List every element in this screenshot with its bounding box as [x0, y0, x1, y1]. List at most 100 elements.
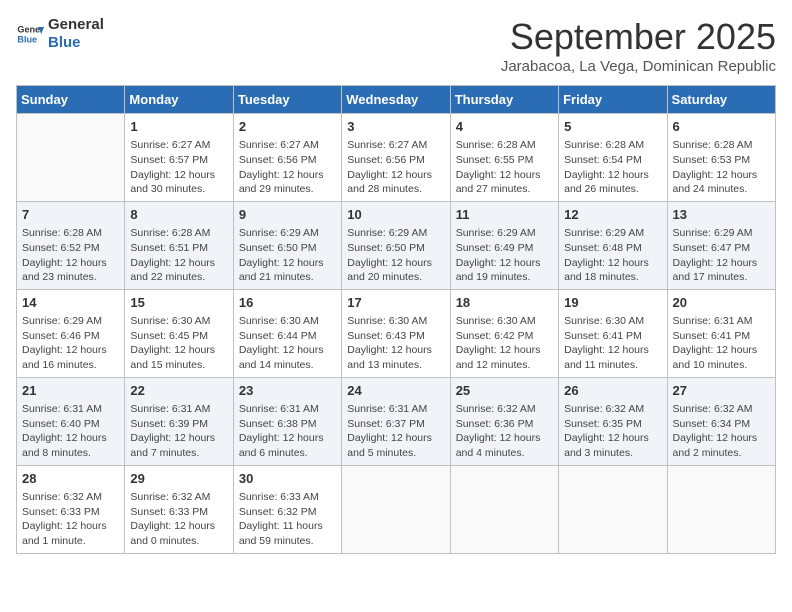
calendar-cell: 29 Sunrise: 6:32 AM Sunset: 6:33 PM Dayli…: [125, 465, 233, 553]
day-header-wednesday: Wednesday: [342, 86, 450, 114]
day-header-thursday: Thursday: [450, 86, 558, 114]
day-number: 4: [456, 118, 553, 136]
day-header-monday: Monday: [125, 86, 233, 114]
day-number: 1: [130, 118, 227, 136]
calendar-cell: 19 Sunrise: 6:30 AM Sunset: 6:41 PM Dayli…: [559, 289, 667, 377]
day-number: 7: [22, 206, 119, 224]
calendar-cell: 15 Sunrise: 6:30 AM Sunset: 6:45 PM Dayli…: [125, 289, 233, 377]
day-info: Sunrise: 6:28 AM Sunset: 6:54 PM Dayligh…: [564, 138, 661, 197]
day-number: 14: [22, 294, 119, 312]
day-number: 23: [239, 382, 336, 400]
calendar-cell: 10 Sunrise: 6:29 AM Sunset: 6:50 PM Dayli…: [342, 201, 450, 289]
calendar-cell: [667, 465, 775, 553]
calendar-table: SundayMondayTuesdayWednesdayThursdayFrid…: [16, 85, 776, 554]
day-number: 6: [673, 118, 770, 136]
day-info: Sunrise: 6:30 AM Sunset: 6:43 PM Dayligh…: [347, 314, 444, 373]
day-info: Sunrise: 6:29 AM Sunset: 6:47 PM Dayligh…: [673, 226, 770, 285]
subtitle: Jarabacoa, La Vega, Dominican Republic: [501, 58, 776, 75]
logo-general: General: [48, 16, 104, 34]
day-info: Sunrise: 6:28 AM Sunset: 6:55 PM Dayligh…: [456, 138, 553, 197]
logo-icon: General Blue: [16, 20, 44, 48]
day-info: Sunrise: 6:32 AM Sunset: 6:34 PM Dayligh…: [673, 402, 770, 461]
calendar-cell: 1 Sunrise: 6:27 AM Sunset: 6:57 PM Daylig…: [125, 114, 233, 202]
calendar-cell: 2Sunrise: 6:27 AM Sunset: 6:56 PM Daylig…: [233, 114, 341, 202]
day-info: Sunrise: 6:30 AM Sunset: 6:41 PM Dayligh…: [564, 314, 661, 373]
day-info: Sunrise: 6:27 AM Sunset: 6:56 PM Dayligh…: [347, 138, 444, 197]
day-number: 22: [130, 382, 227, 400]
day-info: Sunrise: 6:27 AM Sunset: 6:56 PM Dayligh…: [239, 138, 336, 197]
day-info: Sunrise: 6:30 AM Sunset: 6:45 PM Dayligh…: [130, 314, 227, 373]
day-info: Sunrise: 6:28 AM Sunset: 6:51 PM Dayligh…: [130, 226, 227, 285]
svg-text:Blue: Blue: [17, 34, 37, 44]
calendar-week-row: 14 Sunrise: 6:29 AM Sunset: 6:46 PM Dayli…: [17, 289, 776, 377]
calendar-cell: 6 Sunrise: 6:28 AM Sunset: 6:53 PM Daylig…: [667, 114, 775, 202]
calendar-cell: [450, 465, 558, 553]
title-block: September 2025 Jarabacoa, La Vega, Domin…: [501, 16, 776, 75]
day-info: Sunrise: 6:32 AM Sunset: 6:36 PM Dayligh…: [456, 402, 553, 461]
day-number: 3: [347, 118, 444, 136]
day-number: 12: [564, 206, 661, 224]
day-number: 16: [239, 294, 336, 312]
calendar-header-row: SundayMondayTuesdayWednesdayThursdayFrid…: [17, 86, 776, 114]
day-info: Sunrise: 6:31 AM Sunset: 6:38 PM Dayligh…: [239, 402, 336, 461]
day-info: Sunrise: 6:29 AM Sunset: 6:46 PM Dayligh…: [22, 314, 119, 373]
day-number: 15: [130, 294, 227, 312]
day-number: 19: [564, 294, 661, 312]
calendar-cell: 21Sunrise: 6:31 AM Sunset: 6:40 PM Dayli…: [17, 377, 125, 465]
calendar-cell: 13 Sunrise: 6:29 AM Sunset: 6:47 PM Dayli…: [667, 201, 775, 289]
calendar-cell: 16 Sunrise: 6:30 AM Sunset: 6:44 PM Dayli…: [233, 289, 341, 377]
calendar-cell: 8 Sunrise: 6:28 AM Sunset: 6:51 PM Daylig…: [125, 201, 233, 289]
day-info: Sunrise: 6:27 AM Sunset: 6:57 PM Dayligh…: [130, 138, 227, 197]
calendar-cell: [559, 465, 667, 553]
day-number: 30: [239, 470, 336, 488]
calendar-week-row: 21Sunrise: 6:31 AM Sunset: 6:40 PM Dayli…: [17, 377, 776, 465]
calendar-cell: 27Sunrise: 6:32 AM Sunset: 6:34 PM Dayli…: [667, 377, 775, 465]
day-info: Sunrise: 6:32 AM Sunset: 6:33 PM Dayligh…: [130, 490, 227, 549]
month-title: September 2025: [501, 16, 776, 58]
day-info: Sunrise: 6:32 AM Sunset: 6:35 PM Dayligh…: [564, 402, 661, 461]
day-info: Sunrise: 6:32 AM Sunset: 6:33 PM Dayligh…: [22, 490, 119, 549]
header: General Blue General Blue September 2025…: [16, 16, 776, 75]
day-info: Sunrise: 6:33 AM Sunset: 6:32 PM Dayligh…: [239, 490, 336, 549]
calendar-cell: [17, 114, 125, 202]
day-header-saturday: Saturday: [667, 86, 775, 114]
calendar-cell: 22 Sunrise: 6:31 AM Sunset: 6:39 PM Dayli…: [125, 377, 233, 465]
calendar-cell: 20Sunrise: 6:31 AM Sunset: 6:41 PM Dayli…: [667, 289, 775, 377]
calendar-cell: 5 Sunrise: 6:28 AM Sunset: 6:54 PM Daylig…: [559, 114, 667, 202]
calendar-week-row: 7 Sunrise: 6:28 AM Sunset: 6:52 PM Daylig…: [17, 201, 776, 289]
day-number: 21: [22, 382, 119, 400]
day-number: 29: [130, 470, 227, 488]
day-info: Sunrise: 6:30 AM Sunset: 6:44 PM Dayligh…: [239, 314, 336, 373]
day-info: Sunrise: 6:30 AM Sunset: 6:42 PM Dayligh…: [456, 314, 553, 373]
day-info: Sunrise: 6:29 AM Sunset: 6:49 PM Dayligh…: [456, 226, 553, 285]
day-number: 13: [673, 206, 770, 224]
day-number: 28: [22, 470, 119, 488]
day-info: Sunrise: 6:31 AM Sunset: 6:39 PM Dayligh…: [130, 402, 227, 461]
day-number: 17: [347, 294, 444, 312]
calendar-week-row: 1 Sunrise: 6:27 AM Sunset: 6:57 PM Daylig…: [17, 114, 776, 202]
day-header-friday: Friday: [559, 86, 667, 114]
day-info: Sunrise: 6:28 AM Sunset: 6:52 PM Dayligh…: [22, 226, 119, 285]
day-number: 24: [347, 382, 444, 400]
calendar-cell: 4 Sunrise: 6:28 AM Sunset: 6:55 PM Daylig…: [450, 114, 558, 202]
calendar-cell: 28 Sunrise: 6:32 AM Sunset: 6:33 PM Dayli…: [17, 465, 125, 553]
calendar-cell: 23 Sunrise: 6:31 AM Sunset: 6:38 PM Dayli…: [233, 377, 341, 465]
calendar-cell: 30 Sunrise: 6:33 AM Sunset: 6:32 PM Dayli…: [233, 465, 341, 553]
day-number: 26: [564, 382, 661, 400]
day-info: Sunrise: 6:29 AM Sunset: 6:50 PM Dayligh…: [347, 226, 444, 285]
day-number: 10: [347, 206, 444, 224]
day-header-sunday: Sunday: [17, 86, 125, 114]
calendar-cell: 25 Sunrise: 6:32 AM Sunset: 6:36 PM Dayli…: [450, 377, 558, 465]
day-info: Sunrise: 6:31 AM Sunset: 6:41 PM Dayligh…: [673, 314, 770, 373]
calendar-cell: 3 Sunrise: 6:27 AM Sunset: 6:56 PM Daylig…: [342, 114, 450, 202]
calendar-cell: [342, 465, 450, 553]
day-number: 25: [456, 382, 553, 400]
day-info: Sunrise: 6:28 AM Sunset: 6:53 PM Dayligh…: [673, 138, 770, 197]
calendar-cell: 9Sunrise: 6:29 AM Sunset: 6:50 PM Daylig…: [233, 201, 341, 289]
calendar-cell: 7 Sunrise: 6:28 AM Sunset: 6:52 PM Daylig…: [17, 201, 125, 289]
day-number: 5: [564, 118, 661, 136]
day-number: 8: [130, 206, 227, 224]
day-number: 18: [456, 294, 553, 312]
day-number: 11: [456, 206, 553, 224]
calendar-week-row: 28 Sunrise: 6:32 AM Sunset: 6:33 PM Dayli…: [17, 465, 776, 553]
